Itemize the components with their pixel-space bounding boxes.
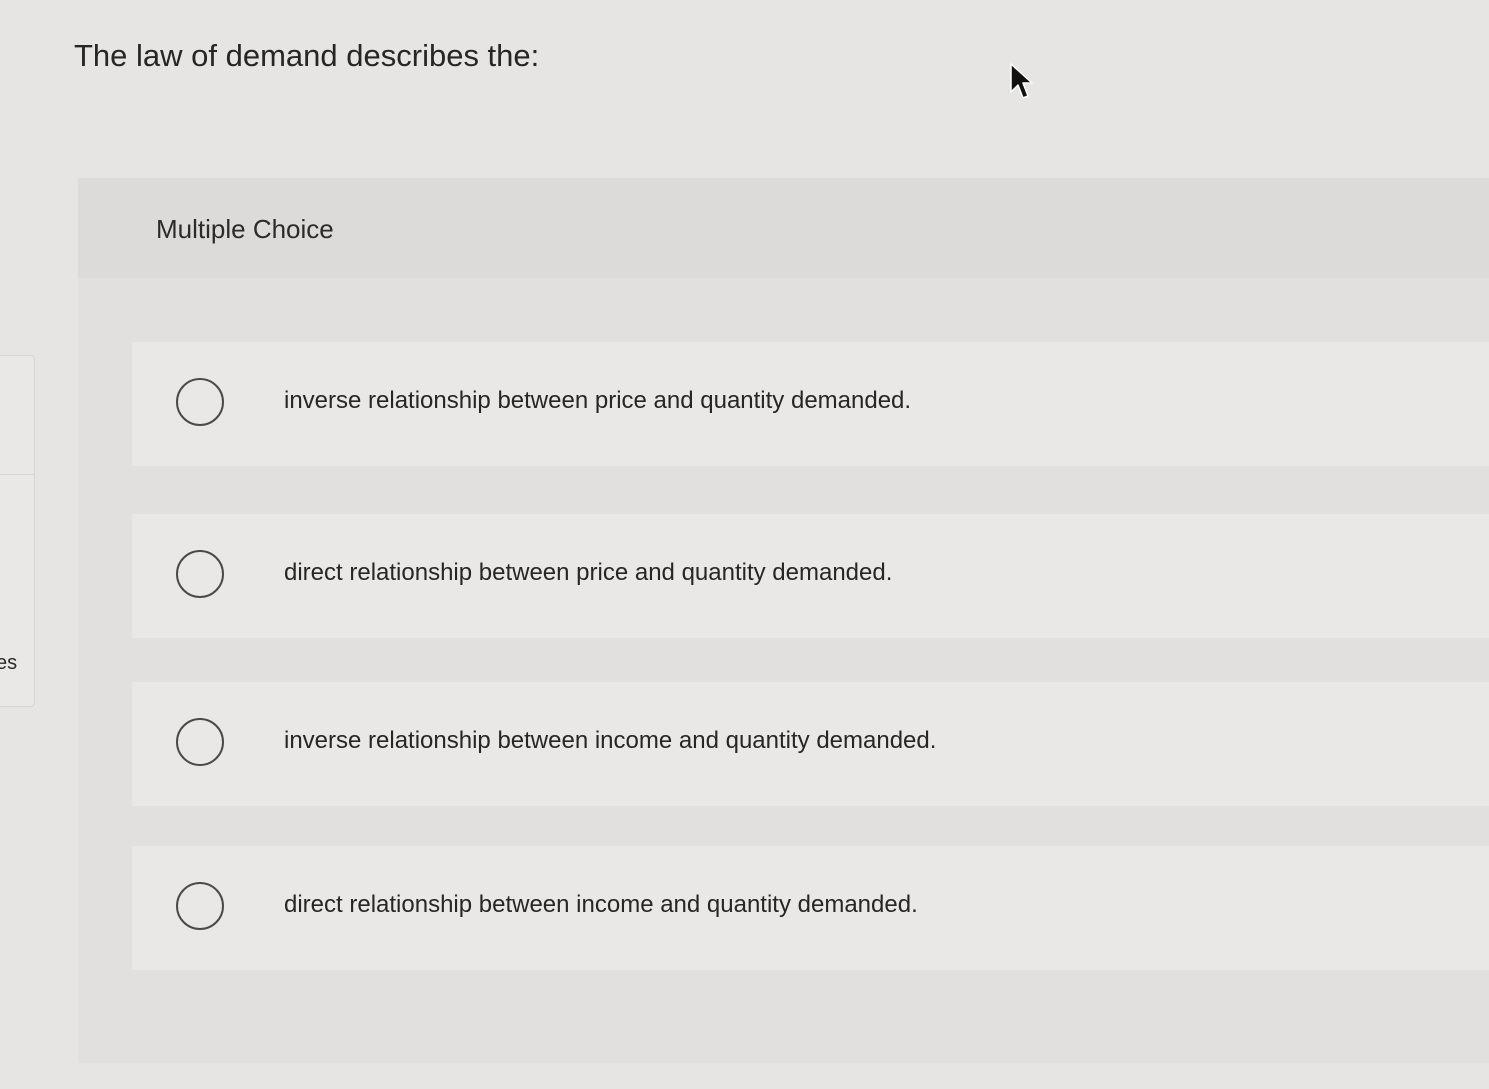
choice-label: direct relationship between price and qu… <box>284 559 893 586</box>
radio-button-icon[interactable] <box>176 718 224 766</box>
side-panel-label: es <box>0 652 18 674</box>
choice-option-2[interactable]: direct relationship between price and qu… <box>132 514 1489 638</box>
question-prompt: The law of demand describes the: <box>74 38 540 73</box>
choice-label: direct relationship between income and q… <box>284 891 918 918</box>
choice-label: inverse relationship between price and q… <box>284 387 912 414</box>
choice-option-1[interactable]: inverse relationship between price and q… <box>132 342 1489 466</box>
mouse-pointer-icon <box>1010 63 1033 99</box>
multiple-choice-header: Multiple Choice <box>78 178 1489 278</box>
choice-label: inverse relationship between income and … <box>284 727 937 754</box>
radio-button-icon[interactable] <box>176 882 224 930</box>
radio-button-icon[interactable] <box>176 378 224 426</box>
side-panel-divider <box>0 474 34 475</box>
radio-button-icon[interactable] <box>176 550 224 598</box>
multiple-choice-label: Multiple Choice <box>156 214 334 244</box>
side-panel: es <box>0 355 35 707</box>
choice-option-4[interactable]: direct relationship between income and q… <box>132 846 1489 970</box>
choice-option-3[interactable]: inverse relationship between income and … <box>132 682 1489 806</box>
